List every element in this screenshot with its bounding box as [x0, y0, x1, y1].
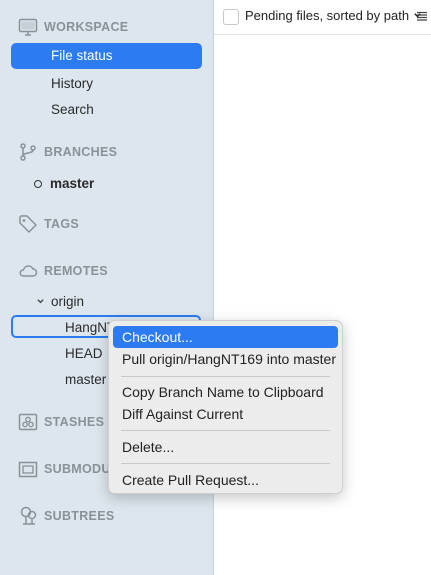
menu-item-delete[interactable]: Delete...	[113, 436, 338, 458]
sidebar-item-history[interactable]: History	[51, 76, 93, 91]
subtree-icon	[20, 506, 37, 525]
sidebar-item-file-status[interactable]: File status	[11, 43, 202, 69]
sidebar-item-label: File status	[51, 48, 113, 63]
branches-header-label: BRANCHES	[44, 145, 118, 159]
menu-item-pull[interactable]: Pull origin/HangNT169 into master	[113, 348, 338, 370]
remote-branch-master[interactable]: master	[65, 372, 106, 387]
branch-label: master	[50, 176, 95, 191]
workspace-header[interactable]: WORKSPACE	[18, 16, 128, 38]
stashes-header-label: STASHES	[44, 415, 105, 429]
menu-separator	[121, 430, 330, 431]
chevron-down-icon[interactable]	[36, 297, 45, 306]
menu-item-checkout[interactable]: Checkout...	[113, 326, 338, 348]
menu-separator	[121, 376, 330, 377]
workspace-header-label: WORKSPACE	[44, 20, 129, 34]
stash-icon	[18, 413, 38, 431]
menu-item-diff-against-current[interactable]: Diff Against Current	[113, 403, 338, 425]
sort-dropdown-label: Pending files, sorted by path	[245, 8, 410, 23]
remotes-header-label: REMOTES	[44, 264, 108, 278]
remote-origin[interactable]: origin	[36, 294, 84, 309]
sort-dropdown[interactable]: Pending files, sorted by path	[245, 8, 422, 23]
menu-item-create-pull-request[interactable]: Create Pull Request...	[113, 469, 338, 491]
submodules-header[interactable]: SUBMODUL	[18, 458, 119, 480]
stashes-header[interactable]: STASHES	[18, 411, 104, 433]
monitor-icon	[18, 18, 38, 36]
remote-label: origin	[51, 294, 85, 309]
menu-item-copy-branch-name[interactable]: Copy Branch Name to Clipboard	[113, 381, 338, 403]
tags-header[interactable]: TAGS	[18, 213, 79, 235]
sidebar-item-search[interactable]: Search	[51, 102, 94, 117]
submodule-icon	[18, 461, 38, 478]
tags-header-label: TAGS	[44, 217, 79, 231]
remote-branch-head[interactable]: HEAD	[65, 346, 103, 361]
context-menu: Checkout... Pull origin/HangNT169 into m…	[108, 320, 343, 494]
remotes-header[interactable]: REMOTES	[18, 260, 108, 282]
branch-icon	[20, 143, 36, 161]
cloud-icon	[19, 265, 38, 277]
branches-header[interactable]: BRANCHES	[18, 141, 117, 163]
subtrees-header[interactable]: SUBTREES	[18, 505, 114, 527]
file-status-toolbar: Pending files, sorted by path	[214, 0, 431, 35]
subtrees-header-label: SUBTREES	[44, 509, 115, 523]
current-branch-icon	[34, 179, 42, 188]
select-all-checkbox[interactable]	[223, 9, 239, 25]
branch-item-master[interactable]: master	[34, 176, 94, 191]
tag-icon	[19, 215, 37, 233]
list-view-icon[interactable]	[417, 11, 427, 22]
menu-separator	[121, 463, 330, 464]
